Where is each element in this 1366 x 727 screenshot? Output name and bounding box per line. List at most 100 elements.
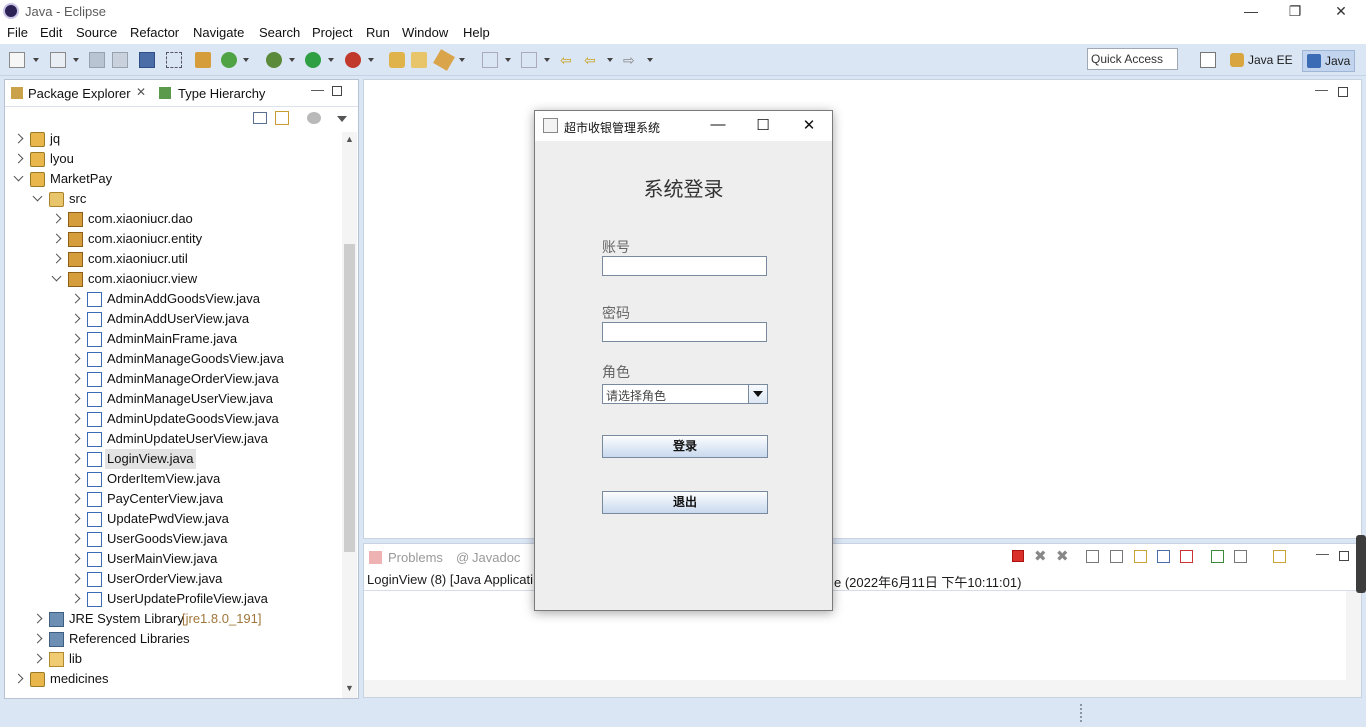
toggle-mark-icon[interactable] xyxy=(166,52,182,68)
chevron-down-icon[interactable] xyxy=(13,171,24,182)
maximize-view-icon[interactable] xyxy=(332,86,342,96)
focus-icon[interactable] xyxy=(307,112,321,124)
chevron-right-icon[interactable] xyxy=(32,633,43,644)
search-icon[interactable] xyxy=(433,49,455,71)
chevron-down-icon[interactable] xyxy=(51,271,62,282)
menu-refactor[interactable]: Refactor xyxy=(130,25,179,40)
role-select[interactable]: 请选择角色 xyxy=(602,384,768,404)
chevron-down-icon[interactable] xyxy=(32,191,43,202)
menu-project[interactable]: Project xyxy=(312,25,352,40)
tab-package-explorer[interactable]: Package Explorer xyxy=(28,86,131,101)
chevron-down-icon[interactable] xyxy=(607,58,613,62)
close-tab-icon[interactable]: ✕ xyxy=(136,85,146,99)
chevron-right-icon[interactable] xyxy=(70,493,81,504)
close-button[interactable]: ✕ xyxy=(1318,0,1364,22)
chevron-right-icon[interactable] xyxy=(70,353,81,364)
remove-all-icon[interactable]: ✖ xyxy=(1056,547,1069,565)
run-icon[interactable] xyxy=(305,52,321,68)
chevron-right-icon[interactable] xyxy=(70,433,81,444)
chevron-right-icon[interactable] xyxy=(70,453,81,464)
scroll-down-icon[interactable]: ▼ xyxy=(345,683,354,693)
scrollbar-thumb[interactable] xyxy=(344,244,355,552)
chevron-right-icon[interactable] xyxy=(51,213,62,224)
maximize-console-icon[interactable] xyxy=(1339,551,1349,561)
chevron-right-icon[interactable] xyxy=(32,613,43,624)
minimize-console-icon[interactable]: — xyxy=(1316,546,1329,561)
scroll-up-icon[interactable]: ▲ xyxy=(345,134,354,144)
chevron-right-icon[interactable] xyxy=(70,473,81,484)
open-type-icon[interactable] xyxy=(389,52,405,68)
chevron-right-icon[interactable] xyxy=(70,533,81,544)
chevron-down-icon[interactable] xyxy=(33,58,39,62)
display-console-icon[interactable] xyxy=(1234,550,1247,563)
external-tools-icon[interactable] xyxy=(345,52,361,68)
word-wrap-icon[interactable] xyxy=(1134,550,1147,563)
chevron-right-icon[interactable] xyxy=(70,313,81,324)
open-console-icon[interactable] xyxy=(1273,550,1286,563)
last-edit-icon[interactable]: ⇦ xyxy=(560,52,576,68)
tab-problems[interactable]: Problems xyxy=(388,550,443,565)
open-folder-icon[interactable] xyxy=(411,52,427,68)
chevron-right-icon[interactable] xyxy=(13,153,24,164)
maximize-editor-icon[interactable] xyxy=(1338,87,1348,97)
link-editor-icon[interactable] xyxy=(275,111,289,125)
chevron-down-icon[interactable] xyxy=(73,58,79,62)
login-button[interactable]: 登录 xyxy=(602,435,768,458)
chevron-right-icon[interactable] xyxy=(51,253,62,264)
debug-icon[interactable] xyxy=(266,52,282,68)
perspective-java[interactable]: Java xyxy=(1302,50,1356,72)
quick-access-input[interactable]: Quick Access xyxy=(1087,48,1178,70)
restore-button[interactable]: ❐ xyxy=(1272,0,1318,22)
minimize-button[interactable]: — xyxy=(1228,0,1274,22)
chevron-right-icon[interactable] xyxy=(70,513,81,524)
chevron-right-icon[interactable] xyxy=(13,133,24,144)
side-handle[interactable] xyxy=(1356,535,1366,593)
chevron-right-icon[interactable] xyxy=(70,393,81,404)
chevron-down-icon[interactable] xyxy=(748,385,767,403)
chevron-right-icon[interactable] xyxy=(70,333,81,344)
chevron-right-icon[interactable] xyxy=(51,233,62,244)
tab-javadoc[interactable]: Javadoc xyxy=(472,550,520,565)
chevron-down-icon[interactable] xyxy=(544,58,550,62)
menu-navigate[interactable]: Navigate xyxy=(193,25,244,40)
tree-scrollbar[interactable]: ▲ ▼ xyxy=(342,132,357,698)
chevron-down-icon[interactable] xyxy=(328,58,334,62)
console-icon[interactable] xyxy=(139,52,155,68)
remove-launch-icon[interactable]: ✖ xyxy=(1034,547,1047,565)
show-stderr-icon[interactable] xyxy=(1180,550,1193,563)
console-horizontal-scrollbar[interactable] xyxy=(364,680,1346,697)
new-icon[interactable] xyxy=(9,52,25,68)
chevron-right-icon[interactable] xyxy=(70,553,81,564)
exit-button[interactable]: 退出 xyxy=(602,491,768,514)
chevron-down-icon[interactable] xyxy=(459,58,465,62)
menu-file[interactable]: File xyxy=(7,25,28,40)
open-perspective-icon[interactable] xyxy=(1200,52,1216,68)
account-input[interactable] xyxy=(602,256,767,276)
package-icon[interactable] xyxy=(195,52,211,68)
menu-help[interactable]: Help xyxy=(463,25,490,40)
menu-run[interactable]: Run xyxy=(366,25,390,40)
collapse-all-icon[interactable] xyxy=(253,112,267,124)
perspective-java-ee[interactable]: Java EE xyxy=(1226,50,1297,72)
scroll-lock-icon[interactable] xyxy=(1110,550,1123,563)
terminate-icon[interactable] xyxy=(1012,550,1024,562)
pin-console-icon[interactable] xyxy=(1211,550,1224,563)
chevron-down-icon[interactable] xyxy=(647,58,653,62)
refresh-icon[interactable] xyxy=(221,52,237,68)
chevron-down-icon[interactable] xyxy=(289,58,295,62)
dialog-maximize-button[interactable]: ☐ xyxy=(749,116,777,134)
chevron-right-icon[interactable] xyxy=(70,413,81,424)
back-icon[interactable]: ⇦ xyxy=(584,52,600,68)
show-stdout-icon[interactable] xyxy=(1157,550,1170,563)
tab-type-hierarchy[interactable]: Type Hierarchy xyxy=(178,86,265,101)
chevron-right-icon[interactable] xyxy=(70,573,81,584)
menu-window[interactable]: Window xyxy=(402,25,448,40)
console-vertical-scrollbar[interactable] xyxy=(1346,591,1361,697)
next-annotation-icon[interactable] xyxy=(482,52,498,68)
prev-annotation-icon[interactable] xyxy=(521,52,537,68)
chevron-right-icon[interactable] xyxy=(13,673,24,684)
new-package-icon[interactable] xyxy=(50,52,66,68)
chevron-right-icon[interactable] xyxy=(70,593,81,604)
chevron-right-icon[interactable] xyxy=(70,373,81,384)
chevron-right-icon[interactable] xyxy=(70,293,81,304)
